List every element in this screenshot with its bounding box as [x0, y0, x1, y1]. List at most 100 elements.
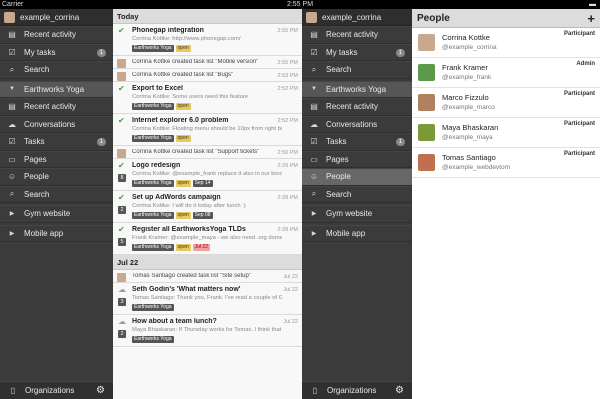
- comment-count: 2: [118, 330, 126, 338]
- list-item[interactable]: ✔ Phonegap integration Corrina Kottke: htt…: [113, 24, 302, 56]
- sidebar-item-label: Conversations: [24, 119, 76, 129]
- project-mobile-app[interactable]: ▶ Mobile app: [0, 224, 113, 242]
- sidebar-item-people[interactable]: ☺ People: [0, 168, 113, 186]
- list-item[interactable]: Corrina Kottke created task list "Mobile…: [113, 56, 302, 69]
- sidebar-item-my-tasks[interactable]: ☑ My tasks 1: [0, 43, 113, 61]
- tag: open: [175, 212, 191, 219]
- gear-icon[interactable]: ⚙: [395, 385, 404, 396]
- building-icon: ▯: [10, 386, 16, 395]
- person-handle: @example_webdevtom: [442, 164, 511, 171]
- tag: Earthworks Yoga: [132, 212, 174, 219]
- sidebar-item-conversations[interactable]: ☁ Conversations: [302, 115, 412, 133]
- avatar: [418, 154, 435, 171]
- sidebar-item-label: Pages: [326, 154, 349, 164]
- people-icon: ☺: [309, 172, 319, 182]
- avatar: [418, 124, 435, 141]
- list-item[interactable]: ☁ 3 Seth Godin's 'What matters now' Tomas S…: [113, 283, 302, 315]
- activity-list: Today ✔ Phonegap integration Corrina Kottke…: [113, 9, 302, 399]
- sidebar-left: example_corrina ▤ Recent activity ☑ My tasks…: [0, 9, 113, 399]
- list-item[interactable]: ✔ Internet explorer 6.0 problem Corrina Ko…: [113, 114, 302, 146]
- person-row[interactable]: Frank Kramer @example_frank Admin: [412, 58, 600, 88]
- organizations-bar[interactable]: ▯ Organizations ⚙: [302, 381, 412, 399]
- count-badge: 1: [96, 48, 106, 57]
- sidebar-item-label: Search: [24, 189, 50, 199]
- person-row[interactable]: Maya Bhaskaran @example_maya Participant: [412, 118, 600, 148]
- sidebar-item-tasks[interactable]: ☑ Tasks 1: [302, 133, 412, 151]
- project-gym-website[interactable]: ▶ Gym website: [0, 205, 113, 223]
- list-item[interactable]: ✔ 2 Set up AdWords campaign Corrina Kottke:…: [113, 191, 302, 223]
- sidebar-item-people[interactable]: ☺ People: [302, 168, 412, 186]
- organizations-bar[interactable]: ▯ Organizations ⚙: [0, 381, 113, 399]
- chevron-down-icon: ▼: [311, 86, 317, 93]
- recent-activity-icon: ▤: [8, 102, 16, 112]
- timestamp: 2:55 PM: [277, 28, 298, 34]
- sidebar-item-recent-activity[interactable]: ▤ Recent activity: [302, 98, 412, 116]
- list-item[interactable]: Corrina Kottke created task list "Suppor…: [113, 146, 302, 159]
- list-item[interactable]: ✔ 5 Register all EarthworksYoga TLDs Frank …: [113, 223, 302, 255]
- project-mobile-app[interactable]: ▶ Mobile app: [302, 224, 412, 242]
- timestamp: Jul 22: [283, 319, 298, 325]
- sidebar-item-search[interactable]: ⌕ Search: [302, 185, 412, 203]
- sidebar-item-pages[interactable]: ▭ Pages: [0, 150, 113, 168]
- conversations-icon: ☁: [310, 119, 318, 129]
- sidebar-item-my-tasks[interactable]: ☑ My tasks 1: [302, 43, 412, 61]
- sidebar-item-recent-activity[interactable]: ▤ Recent activity: [0, 26, 113, 44]
- project-gym-website[interactable]: ▶ Gym website: [302, 205, 412, 223]
- sidebar-item-pages[interactable]: ▭ Pages: [302, 150, 412, 168]
- sidebar-item-label: People: [24, 172, 49, 182]
- tasks-icon: ☑: [310, 137, 318, 147]
- list-item[interactable]: ✔ 8 Logo redesign Corrina Kottke: @example_…: [113, 159, 302, 191]
- person-row[interactable]: Tomas Santiago @example_webdevtom Particip…: [412, 148, 600, 178]
- tag: Jul 22: [192, 244, 210, 251]
- item-title: Logo redesign: [132, 162, 181, 169]
- username: example_corrina: [322, 12, 382, 22]
- project-name: Gym website: [326, 209, 373, 219]
- item-title: Set up AdWords campaign: [132, 194, 221, 201]
- check-icon: ✔: [118, 116, 125, 125]
- chevron-right-icon: ▶: [311, 230, 317, 237]
- project-header[interactable]: ▼ Earthworks Yoga: [302, 80, 412, 98]
- add-person-button[interactable]: +: [587, 11, 595, 26]
- sidebar-item-label: Recent activity: [24, 102, 77, 112]
- sidebar-item-conversations[interactable]: ☁ Conversations: [0, 115, 113, 133]
- sidebar-item-search[interactable]: ⌕ Search: [0, 61, 113, 79]
- user-header[interactable]: example_corrina: [302, 9, 412, 26]
- sidebar-item-label: Search: [24, 65, 50, 75]
- role-label: Participant: [563, 151, 595, 157]
- tag: Earthworks Yoga: [132, 135, 174, 142]
- list-item[interactable]: ☁ 2 How about a team lunch? Maya Bhaskaran:…: [113, 315, 302, 347]
- person-row[interactable]: Corrina Kottke @example_corrina Participan…: [412, 28, 600, 58]
- sidebar-item-recent-activity[interactable]: ▤ Recent activity: [302, 26, 412, 44]
- timestamp: 2:53 PM: [277, 73, 298, 79]
- sidebar-item-label: Recent activity: [326, 102, 379, 112]
- sidebar-item-label: Pages: [24, 154, 47, 164]
- list-item[interactable]: Tomas Santiago created task list "Site s…: [113, 270, 302, 283]
- item-title: Corrina Kottke created task list "Bugs": [132, 72, 234, 78]
- role-label: Participant: [563, 121, 595, 127]
- chevron-right-icon: ▶: [311, 211, 317, 218]
- building-icon: ▯: [312, 386, 318, 395]
- person-handle: @example_frank: [442, 74, 492, 81]
- timestamp: 2:28 PM: [277, 195, 298, 201]
- my-tasks-icon: ☑: [8, 47, 16, 57]
- sidebar-item-label: Conversations: [326, 119, 378, 129]
- people-panel: People + Corrina Kottke @example_corrina Par…: [412, 9, 600, 399]
- user-header[interactable]: example_corrina: [0, 9, 113, 26]
- sidebar-item-recent-activity[interactable]: ▤ Recent activity: [0, 98, 113, 116]
- role-label: Participant: [563, 31, 595, 37]
- avatar: [306, 11, 317, 23]
- person-handle: @example_corrina: [442, 44, 497, 51]
- project-header[interactable]: ▼ Earthworks Yoga: [0, 80, 113, 98]
- sidebar-item-tasks[interactable]: ☑ Tasks 1: [0, 133, 113, 151]
- tag: open: [175, 135, 191, 142]
- sidebar-item-search[interactable]: ⌕ Search: [302, 61, 412, 79]
- check-icon: ✔: [118, 84, 125, 93]
- person-row[interactable]: Marco Fizzulo @example_marco Participant: [412, 88, 600, 118]
- timestamp: 2:52 PM: [277, 86, 298, 92]
- sidebar-item-search[interactable]: ⌕ Search: [0, 185, 113, 203]
- tag: Earthworks Yoga: [132, 336, 174, 343]
- list-item[interactable]: Corrina Kottke created task list "Bugs" 2…: [113, 69, 302, 82]
- list-item[interactable]: ✔ Export to Excel Corrina Kottke: Some use…: [113, 82, 302, 114]
- tag: Earthworks Yoga: [132, 103, 174, 110]
- gear-icon[interactable]: ⚙: [96, 385, 105, 396]
